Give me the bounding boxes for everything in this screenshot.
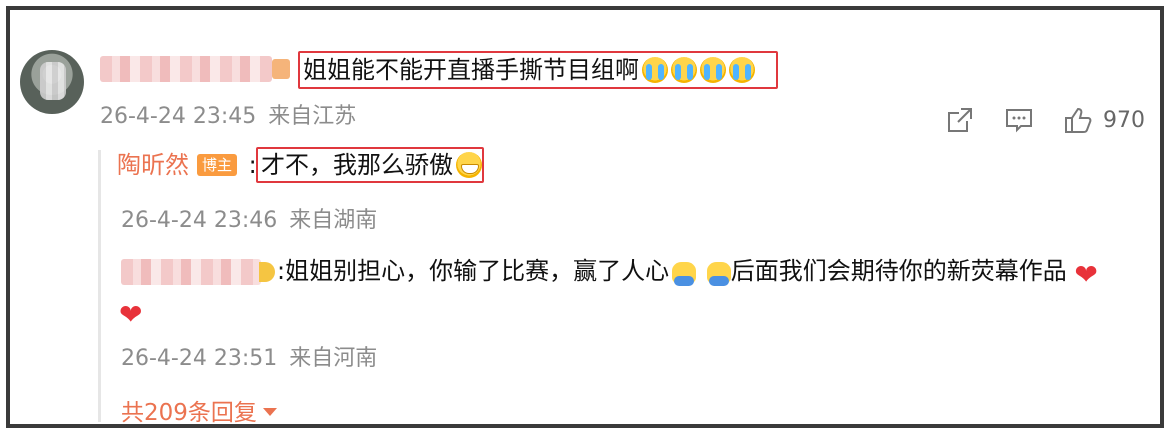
thumbs-up-icon xyxy=(1065,107,1092,133)
like-count: 970 xyxy=(1103,107,1145,133)
share-icon xyxy=(948,108,972,132)
grin-emoji-icon xyxy=(456,152,482,178)
heart-icon: ❤ xyxy=(119,298,143,331)
avatar[interactable] xyxy=(20,50,84,114)
hug-emoji-icon xyxy=(672,262,697,286)
reply-author[interactable]: 陶昕然 xyxy=(117,151,189,179)
crying-emoji-icon xyxy=(700,57,726,83)
crying-emoji-icon xyxy=(642,57,668,83)
reply-thread: 陶昕然 博主 : 才不，我那么骄傲 26-4-24 23:46 来自湖南 :姐姐别担… xyxy=(98,147,1158,426)
comment-text: 姐姐能不能开直播手撕节目组啊 xyxy=(303,55,755,85)
comment-location: 来自江苏 xyxy=(268,104,357,129)
crying-emoji-icon xyxy=(671,57,697,83)
comment-icon xyxy=(1006,109,1032,133)
blogger-badge: 博主 xyxy=(197,154,238,176)
reply-meta: 26-4-24 23:46 来自湖南 xyxy=(121,202,377,234)
reply-location: 来自湖南 xyxy=(289,208,378,233)
reply-body: :姐姐别担心，你输了比赛，赢了人心 后面我们会期待你的新荧幕作品 ❤ xyxy=(277,256,1102,291)
caret-down-icon xyxy=(262,408,277,416)
reply-date: 26-4-24 23:46 xyxy=(121,208,278,233)
comment-button[interactable] xyxy=(1004,102,1034,138)
comment-body: 姐姐能不能开直播手撕节目组啊 xyxy=(303,56,639,84)
comment-date: 26-4-24 23:45 xyxy=(100,104,257,129)
reply-meta: 26-4-24 23:51 来自河南 xyxy=(121,340,377,372)
reply-date: 26-4-24 23:51 xyxy=(121,346,278,371)
reply-body-wrap: ❤ xyxy=(119,296,147,331)
like-button[interactable]: 970 xyxy=(1063,102,1145,138)
comment-card: 姐姐能不能开直播手撕节目组啊 26-4-24 23:45 来自江苏 970 陶昕然… xyxy=(6,6,1164,428)
hug-emoji-icon xyxy=(706,262,731,286)
more-replies-link[interactable]: 共209条回复 xyxy=(121,393,277,427)
comment-meta: 26-4-24 23:45 来自江苏 xyxy=(100,98,356,130)
reply-line: 陶昕然 博主 : xyxy=(117,150,257,180)
reply-body: 才不，我那么骄傲 xyxy=(261,150,482,180)
crying-emoji-icon xyxy=(729,57,755,83)
share-button[interactable] xyxy=(945,102,975,138)
blurred-emoji xyxy=(259,262,275,282)
heart-icon: ❤ xyxy=(1074,258,1098,291)
blurred-username[interactable] xyxy=(100,56,290,82)
blurred-username[interactable] xyxy=(121,259,261,285)
reply-location: 来自河南 xyxy=(289,346,378,371)
